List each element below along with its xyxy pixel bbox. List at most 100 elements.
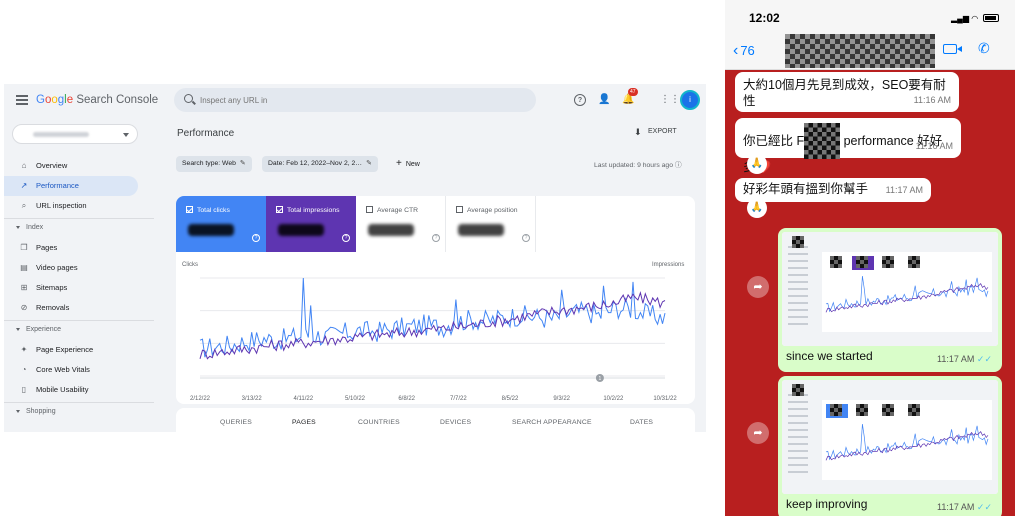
help-icon[interactable]: ? [522, 234, 530, 242]
contact-name-redacted [785, 34, 935, 68]
image-thumbnail-2[interactable] [782, 380, 998, 494]
new-filter-button[interactable]: + New [396, 156, 420, 172]
date-filter[interactable]: Date: Feb 12, 2022–Nov 2, 2… ✎ [262, 156, 378, 172]
message-bubble[interactable]: 你已經比 F performance 好好多❤️ 11:16 AM [735, 118, 961, 174]
sidebar-item-page-experience[interactable]: ✦ Page Experience [4, 340, 138, 360]
tab-pages[interactable]: PAGES [292, 419, 316, 426]
thumb-sidebar-line [788, 323, 808, 325]
sidebar-item-removals[interactable]: ⊘ Removals [4, 298, 138, 318]
mosaic-cell [830, 260, 834, 264]
info-icon: ⓘ [674, 162, 682, 169]
image-message[interactable]: keep improving 11:17 AM ✓✓ [778, 376, 1002, 516]
metric-checkbox[interactable] [366, 206, 373, 213]
tab-dates[interactable]: DATES [630, 419, 653, 426]
mosaic-cell [796, 244, 800, 248]
tab-search-appearance[interactable]: SEARCH APPEARANCE [512, 419, 592, 426]
mosaic-cell [834, 412, 838, 416]
mosaic-cell [886, 260, 890, 264]
search-type-filter[interactable]: Search type: Web ✎ [176, 156, 252, 172]
metric-checkbox[interactable] [276, 206, 283, 213]
sidebar-item-mobile-usability[interactable]: ▯ Mobile Usability [4, 380, 138, 400]
metric-checkbox[interactable] [456, 206, 463, 213]
notifications-icon[interactable]: 🔔 47 [622, 88, 638, 106]
message-bubble[interactable]: 好彩年頭有搵到你幫手 11:17 AM [735, 178, 931, 202]
section-index[interactable]: Index [4, 220, 138, 236]
thumb-mosaic [792, 236, 804, 248]
metric-value-redacted [458, 224, 504, 236]
thumb-sidebar-line [788, 429, 808, 431]
mosaic-cell [800, 244, 804, 248]
metric-tile-average-ctr[interactable]: Average CTR? [356, 196, 446, 252]
mosaic-cell [912, 264, 916, 268]
property-name-redacted [33, 132, 89, 137]
image-thumbnail-1[interactable] [782, 232, 998, 346]
section-experience[interactable]: Experience [4, 322, 138, 338]
mosaic-cell [864, 260, 868, 264]
url-inspect-input[interactable] [200, 93, 520, 107]
sidebar-item-core-web-vitals[interactable]: ◔ Core Web Vitals [4, 360, 138, 380]
metric-tile-total-clicks[interactable]: Total clicks? [176, 196, 266, 252]
url-inspect-search[interactable] [174, 88, 536, 112]
thumb-sidebar-line [788, 443, 808, 445]
menu-icon[interactable] [16, 95, 28, 105]
app-logo[interactable]: Google Search Console [36, 94, 158, 106]
mosaic-cell [882, 256, 886, 260]
performance-chart[interactable]: 2/12/22 3/13/22 4/11/22 5/10/22 6/8/22 7/7/22… [176, 268, 695, 404]
apps-grid-icon[interactable]: ⋮⋮ [660, 94, 680, 106]
property-selector[interactable] [12, 124, 138, 144]
thumb-sidebar-line [788, 471, 808, 473]
read-ticks-icon: ✓✓ [976, 502, 992, 512]
help-icon[interactable]: ? [432, 234, 440, 242]
sidebar-item-label: Page Experience [36, 345, 94, 354]
tab-queries[interactable]: QUERIES [220, 419, 252, 426]
help-icon[interactable]: ? [252, 234, 260, 242]
metric-checkbox[interactable] [186, 206, 193, 213]
video-call-icon[interactable] [943, 44, 962, 54]
help-icon[interactable]: ? [574, 94, 586, 106]
home-icon: ⌂ [21, 161, 27, 170]
sidebar-item-performance[interactable]: ↗ Performance [4, 176, 138, 196]
mosaic-cell [916, 256, 920, 260]
phone-call-icon[interactable]: ✆ [978, 40, 990, 57]
sidebar-item-video-pages[interactable]: ▤ Video pages [4, 258, 138, 278]
mosaic-cell [838, 260, 842, 264]
logo-letter: G [36, 94, 45, 106]
mosaic-cell [856, 408, 860, 412]
forward-icon[interactable]: ➦ [747, 422, 769, 444]
pray-reaction-icon[interactable]: 🙏 [747, 198, 767, 218]
thumb-mosaic [908, 256, 920, 268]
mosaic-cell [830, 408, 834, 412]
metric-tile-total-impressions[interactable]: Total impressions? [266, 196, 356, 252]
x-tick-label: 9/3/22 [553, 396, 570, 402]
search-icon [184, 94, 193, 103]
page-experience-icon: ✦ [20, 345, 28, 354]
pages-icon: ❐ [20, 243, 28, 252]
mosaic-cell [856, 404, 860, 408]
forward-icon[interactable]: ➦ [747, 276, 769, 298]
tab-devices[interactable]: DEVICES [440, 419, 471, 426]
mosaic-cell [886, 256, 890, 260]
back-button[interactable]: ‹ 76 [733, 42, 755, 60]
pray-reaction-icon[interactable]: 🙏 [747, 154, 767, 174]
sidebar-item-overview[interactable]: ⌂ Overview [4, 156, 138, 176]
gauge-icon: ◔ [21, 365, 27, 374]
sidebar-item-url-inspection[interactable]: ⌕ URL inspection [4, 196, 138, 216]
tab-countries[interactable]: COUNTRIES [358, 419, 400, 426]
image-message[interactable]: since we started 11:17 AM ✓✓ [778, 228, 1002, 372]
mosaic-cell [796, 240, 800, 244]
sidebar-item-sitemaps[interactable]: ⊞ Sitemaps [4, 278, 138, 298]
message-bubble[interactable]: 大約10個月先見到成效，SEO要有耐性 11:16 AM [735, 72, 959, 112]
section-shopping[interactable]: Shopping [4, 404, 138, 420]
redacted-name-mosaic [804, 123, 841, 159]
export-button[interactable]: ⬇ EXPORT [634, 126, 677, 138]
mosaic-cell [886, 404, 890, 408]
avatar[interactable]: i [680, 90, 700, 110]
sidebar-item-pages[interactable]: ❐ Pages [4, 238, 138, 258]
mosaic-cell [864, 264, 868, 268]
manage-users-icon[interactable]: 👤 [598, 94, 610, 106]
metric-tile-average-position[interactable]: Average position? [446, 196, 536, 252]
help-icon[interactable]: ? [342, 234, 350, 242]
thumb-mosaic [856, 404, 868, 416]
mosaic-cell [908, 412, 912, 416]
message-time: 11:17 AM ✓✓ [937, 354, 992, 365]
